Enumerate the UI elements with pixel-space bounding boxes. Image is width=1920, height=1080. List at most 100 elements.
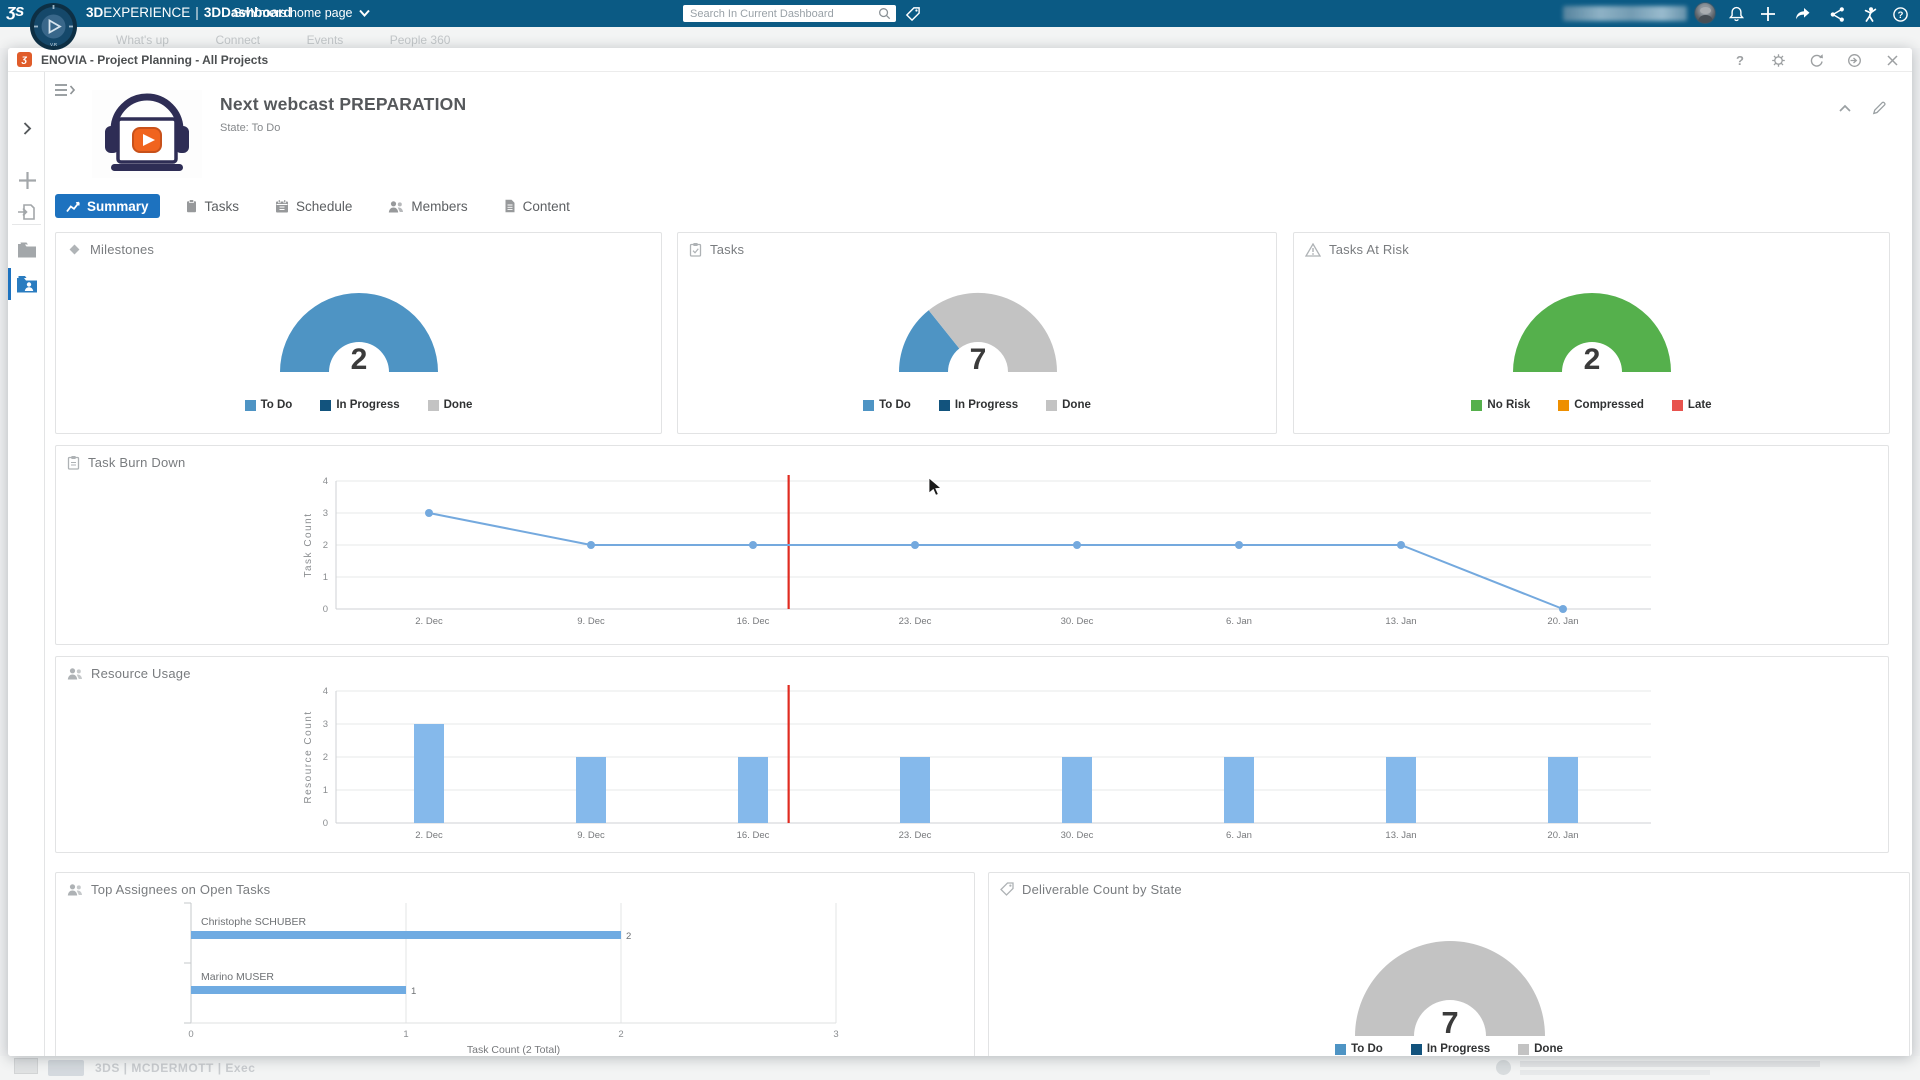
legend-item: Done <box>1518 1043 1563 1055</box>
widget-deliverable-count: Deliverable Count by State 7 To DoIn Pro… <box>988 872 1910 1056</box>
widget-close-icon[interactable] <box>1884 52 1900 68</box>
legend-item: No Risk <box>1471 399 1530 411</box>
rail-separator <box>12 224 41 225</box>
svg-text:13. Jan: 13. Jan <box>1385 830 1416 841</box>
svg-text:1: 1 <box>411 986 416 997</box>
3dexperience-compass-logo[interactable]: V.R <box>29 2 78 51</box>
tab-members[interactable]: Members <box>377 194 478 218</box>
deliverables-legend: To DoIn ProgressDone <box>989 1043 1909 1055</box>
legend-item: Compressed <box>1558 399 1644 411</box>
svg-text:16. Dec: 16. Dec <box>737 830 770 841</box>
svg-text:Task Count (2 Total): Task Count (2 Total) <box>467 1044 560 1056</box>
dashboard-switcher[interactable]: SwYmers home page <box>233 6 370 20</box>
widget-left-rail <box>8 72 45 1056</box>
widget-resource-usage: Resource Usage Resource Count012342. Dec… <box>55 656 1889 853</box>
dimmed-page-bottom: 3DS | MCDERMOTT | Exec <box>0 1056 1920 1080</box>
tasks-legend: To DoIn ProgressDone <box>678 399 1276 411</box>
legend-item: Done <box>1046 399 1091 411</box>
rail-add-icon[interactable] <box>15 168 39 192</box>
tab-summary[interactable]: Summary <box>55 194 160 218</box>
svg-text:13. Jan: 13. Jan <box>1385 616 1416 627</box>
card-title: Top Assignees on Open Tasks <box>91 882 270 897</box>
user-avatar[interactable] <box>1694 2 1716 24</box>
swym-community-icon[interactable] <box>1860 5 1878 23</box>
share-network-icon[interactable] <box>1828 5 1846 23</box>
burndown-line-chart: Task Count012342. Dec9. Dec16. Dec23. De… <box>56 446 1888 644</box>
search-icon[interactable] <box>878 7 896 20</box>
svg-text:7: 7 <box>1441 1005 1458 1040</box>
legend-item: In Progress <box>1411 1043 1490 1055</box>
brand-divider: | <box>195 5 199 20</box>
svg-text:2. Dec: 2. Dec <box>415 830 443 841</box>
brand-3d: 3D <box>86 5 103 20</box>
share-forward-icon[interactable] <box>1793 5 1811 23</box>
enovia-app-icon: ʒ <box>17 52 32 67</box>
legend-swatch <box>245 400 256 411</box>
card-title: Tasks <box>710 242 744 257</box>
chevron-down-icon <box>359 9 370 17</box>
legend-item: In Progress <box>939 399 1018 411</box>
svg-text:2: 2 <box>618 1029 623 1040</box>
deliverables-gauge-chart: 7 <box>989 873 1909 1056</box>
add-content-icon[interactable] <box>1759 5 1777 23</box>
nav-whats-up[interactable]: What's up <box>116 33 169 47</box>
card-title: Tasks At Risk <box>1329 242 1409 257</box>
content-document-icon <box>504 199 516 213</box>
dimmed-platform-nav: What's up Connect Events People 360 <box>0 27 1920 48</box>
tab-schedule-label: Schedule <box>296 199 352 214</box>
tab-content[interactable]: Content <box>493 194 581 218</box>
legend-item: To Do <box>245 399 293 411</box>
help-icon[interactable]: ? <box>1891 5 1909 23</box>
widget-help-icon[interactable]: ? <box>1732 52 1748 68</box>
svg-text:4: 4 <box>323 476 328 487</box>
tab-schedule[interactable]: Schedule <box>264 194 363 218</box>
tasks-clipboard-icon <box>185 199 198 213</box>
rail-import-icon[interactable] <box>15 200 39 224</box>
rail-project-folder-icon-active[interactable] <box>15 272 39 296</box>
widget-settings-gear-icon[interactable] <box>1770 52 1786 68</box>
svg-text:6. Jan: 6. Jan <box>1226 616 1252 627</box>
collapse-header-chevron-icon[interactable] <box>1838 100 1856 116</box>
svg-text:2. Dec: 2. Dec <box>415 616 443 627</box>
edit-pencil-icon[interactable] <box>1872 100 1890 116</box>
tasks-clipboard-icon <box>689 242 702 257</box>
nav-events[interactable]: Events <box>307 33 344 47</box>
tab-tasks-label: Tasks <box>205 199 240 214</box>
svg-text:1: 1 <box>323 785 328 796</box>
rail-expand-chevron-icon[interactable] <box>15 116 39 140</box>
legend-swatch <box>1471 400 1482 411</box>
warning-triangle-icon <box>1305 243 1321 257</box>
nav-connect[interactable]: Connect <box>215 33 260 47</box>
widget-popout-icon[interactable] <box>1846 52 1862 68</box>
svg-text:Marino MUSER: Marino MUSER <box>201 971 274 983</box>
legend-item: Done <box>428 399 473 411</box>
widget-top-assignees: Top Assignees on Open Tasks 0123Christop… <box>55 872 975 1056</box>
svg-text:?: ? <box>1897 10 1903 21</box>
svg-text:23. Dec: 23. Dec <box>899 830 932 841</box>
dimmed-avatar <box>1496 1060 1511 1075</box>
tab-tasks[interactable]: Tasks <box>174 194 251 218</box>
burndown-clipboard-icon <box>67 455 80 470</box>
widget-tasks: Tasks 7 To DoIn ProgressDone <box>677 232 1277 434</box>
dassault-3ds-logo: ʒs <box>7 1 23 21</box>
svg-text:3: 3 <box>833 1029 838 1040</box>
legend-swatch <box>428 400 439 411</box>
state-label: State: <box>220 122 249 134</box>
notifications-bell-icon[interactable] <box>1727 5 1745 23</box>
dimmed-text-line <box>1520 1070 1710 1075</box>
widget-window-project-planning: ʒ ENOVIA - Project Planning - All Projec… <box>8 48 1912 1056</box>
svg-text:Resource Count: Resource Count <box>303 710 314 803</box>
search-input[interactable] <box>683 8 878 20</box>
tag-icon[interactable] <box>903 5 921 23</box>
legend-item: In Progress <box>320 399 399 411</box>
dimmed-footer-text: 3DS | MCDERMOTT | Exec <box>95 1061 255 1075</box>
nav-people-360[interactable]: People 360 <box>390 33 451 47</box>
widget-refresh-icon[interactable] <box>1808 52 1824 68</box>
svg-text:20. Jan: 20. Jan <box>1547 830 1578 841</box>
rail-folder-icon[interactable] <box>15 238 39 262</box>
assignees-people-icon <box>67 883 83 896</box>
panel-list-icon[interactable] <box>54 82 76 103</box>
svg-text:Task Count: Task Count <box>303 512 314 577</box>
milestone-diamond-icon <box>67 242 82 257</box>
card-title: Resource Usage <box>91 666 191 681</box>
